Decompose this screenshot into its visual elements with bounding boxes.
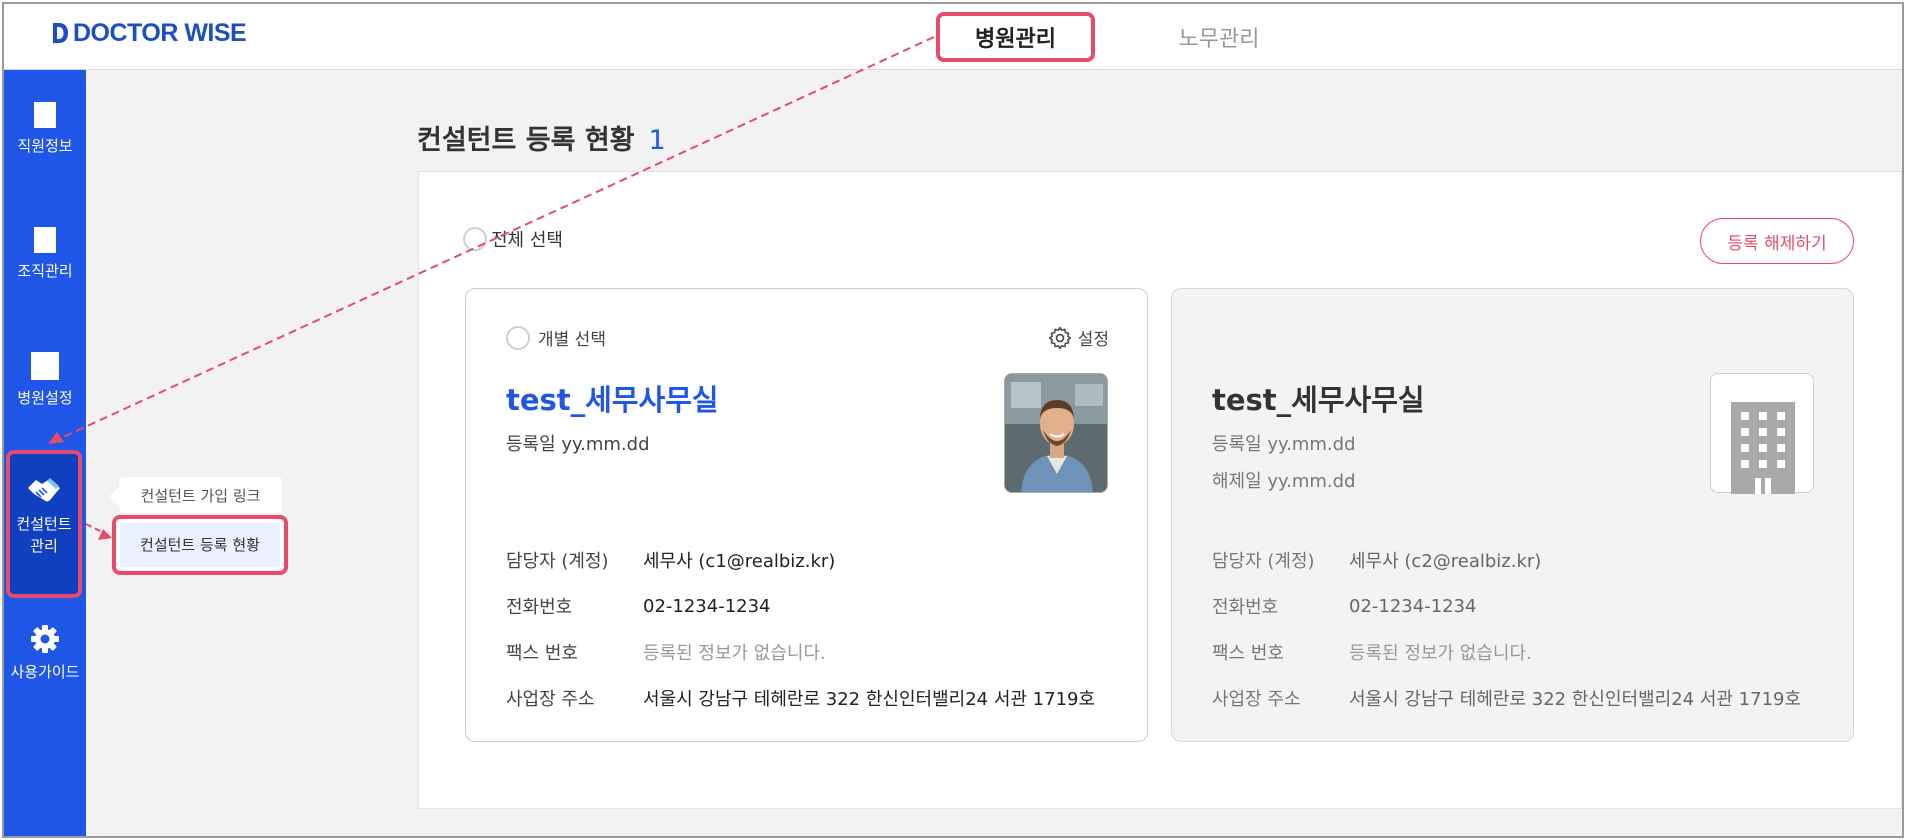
info-value: 서울시 강남구 테헤란로 322 한신인터밸리24 서관 1719호 xyxy=(643,689,1096,710)
sidebar-item-label: 사용가이드 xyxy=(10,663,80,681)
select-all-checkbox[interactable]: 전체 선택 xyxy=(463,226,563,252)
settings-label: 설정 xyxy=(1077,330,1109,350)
gear-icon xyxy=(1048,326,1071,349)
info-value: 등록된 정보가 없습니다. xyxy=(643,643,826,664)
consultant-info: 담당자 (계정) 세무사 (c1@realbiz.kr) 전화번호 02-123… xyxy=(506,537,1126,721)
square-icon xyxy=(31,352,59,380)
sidebar-item-label: 조직관리 xyxy=(17,262,73,280)
consultant-card-unregistered: test_세무사무실 등록일 yy.mm.dd 해제일 yy.mm.dd 담당자… xyxy=(1171,288,1854,742)
info-value: 서울시 강남구 테헤란로 322 한신인터밸리24 서관 1719호 xyxy=(1349,689,1802,710)
info-value: 02-1234-1234 xyxy=(643,595,771,617)
logo-icon xyxy=(53,23,68,44)
sidebar-item-label: 관리 xyxy=(30,536,58,555)
page-title: 컨설턴트 등록 현황 1 xyxy=(417,118,666,157)
unregistered-date: 해제일 yy.mm.dd xyxy=(1212,471,1356,492)
consultant-card: 개별 선택 설정 test_세무사무실 등록일 yy.mm.dd 담당자 (계정… xyxy=(465,288,1148,742)
sidebar-item-hospital-settings[interactable]: 병원설정 xyxy=(4,352,86,410)
submenu-join-link[interactable]: 컨설턴트 가입 링크 xyxy=(119,477,282,513)
submenu-consultant-status[interactable]: 컨설턴트 등록 현황 xyxy=(112,515,288,575)
info-row-address: 사업장 주소 서울시 강남구 테헤란로 322 한신인터밸리24 서관 1719… xyxy=(1212,675,1832,721)
individual-select-checkbox[interactable]: 개별 선택 xyxy=(506,325,606,350)
app-window: DOCTOR WISE 병원관리 노무관리 직원정보 조직관리 병원설정 컨설턴… xyxy=(2,2,1904,838)
settings-button[interactable]: 설정 xyxy=(1048,325,1109,350)
tab-labor-management[interactable]: 노무관리 xyxy=(1149,12,1289,62)
info-label: 담당자 (계정) xyxy=(506,551,609,572)
info-label: 전화번호 xyxy=(1212,597,1279,618)
info-label: 사업장 주소 xyxy=(1212,689,1301,710)
info-value: 등록된 정보가 없습니다. xyxy=(1349,643,1532,664)
document-icon xyxy=(34,227,56,253)
info-label: 전화번호 xyxy=(506,597,573,618)
info-label: 사업장 주소 xyxy=(506,689,595,710)
radio-button[interactable] xyxy=(463,227,487,251)
submenu-label: 컨설턴트 등록 현황 xyxy=(120,523,280,567)
sidebar-item-label: 병원설정 xyxy=(17,389,73,407)
sidebar-item-staff-info[interactable]: 직원정보 xyxy=(4,102,86,158)
sidebar: 직원정보 조직관리 병원설정 컨설턴트 관리 사용가이드 xyxy=(4,70,86,836)
sidebar-item-consultant-management[interactable]: 컨설턴트 관리 xyxy=(6,450,82,598)
sidebar-item-label: 컨설턴트 xyxy=(16,515,72,533)
individual-select-label: 개별 선택 xyxy=(538,330,606,350)
handshake-icon xyxy=(28,478,60,502)
person-photo-icon xyxy=(1005,374,1107,492)
info-row-fax: 팩스 번호 등록된 정보가 없습니다. xyxy=(506,629,1126,675)
radio-button[interactable] xyxy=(506,325,530,350)
info-value: 세무사 (c2@realbiz.kr) xyxy=(1349,551,1542,572)
consultant-name: test_세무사무실 xyxy=(506,383,719,417)
info-label: 팩스 번호 xyxy=(1212,643,1284,664)
page-title-text: 컨설턴트 등록 현황 xyxy=(417,125,635,156)
select-all-label: 전체 선택 xyxy=(491,230,563,251)
logo-text: DOCTOR WISE xyxy=(73,18,247,47)
info-label: 팩스 번호 xyxy=(506,643,578,664)
sidebar-item-user-guide[interactable]: 사용가이드 xyxy=(4,624,86,684)
consultant-info: 담당자 (계정) 세무사 (c2@realbiz.kr) 전화번호 02-123… xyxy=(1212,537,1832,721)
building-placeholder xyxy=(1710,373,1814,494)
sidebar-item-label: 직원정보 xyxy=(17,137,73,155)
consultant-photo xyxy=(1004,373,1108,493)
info-value: 세무사 (c1@realbiz.kr) xyxy=(643,551,836,572)
sidebar-item-organization[interactable]: 조직관리 xyxy=(4,227,86,283)
registered-date: 등록일 yy.mm.dd xyxy=(506,434,650,455)
info-row-phone: 전화번호 02-1234-1234 xyxy=(506,583,1126,629)
building-icon xyxy=(1731,402,1795,494)
consultant-count: 1 xyxy=(648,125,666,156)
top-header: DOCTOR WISE 병원관리 노무관리 xyxy=(4,4,1902,70)
logo[interactable]: DOCTOR WISE xyxy=(50,18,247,48)
document-icon xyxy=(34,102,56,128)
unregister-button[interactable]: 등록 해제하기 xyxy=(1700,218,1854,264)
info-label: 담당자 (계정) xyxy=(1212,551,1315,572)
tab-hospital-management[interactable]: 병원관리 xyxy=(936,12,1095,62)
info-row-fax: 팩스 번호 등록된 정보가 없습니다. xyxy=(1212,629,1832,675)
info-value: 02-1234-1234 xyxy=(1349,595,1477,617)
info-row-phone: 전화번호 02-1234-1234 xyxy=(1212,583,1832,629)
gear-icon xyxy=(31,625,59,653)
info-row-manager: 담당자 (계정) 세무사 (c2@realbiz.kr) xyxy=(1212,537,1832,583)
info-row-manager: 담당자 (계정) 세무사 (c1@realbiz.kr) xyxy=(506,537,1126,583)
consultant-name: test_세무사무실 xyxy=(1212,383,1425,417)
registered-date: 등록일 yy.mm.dd xyxy=(1212,434,1356,455)
info-row-address: 사업장 주소 서울시 강남구 테헤란로 322 한신인터밸리24 서관 1719… xyxy=(506,675,1126,721)
